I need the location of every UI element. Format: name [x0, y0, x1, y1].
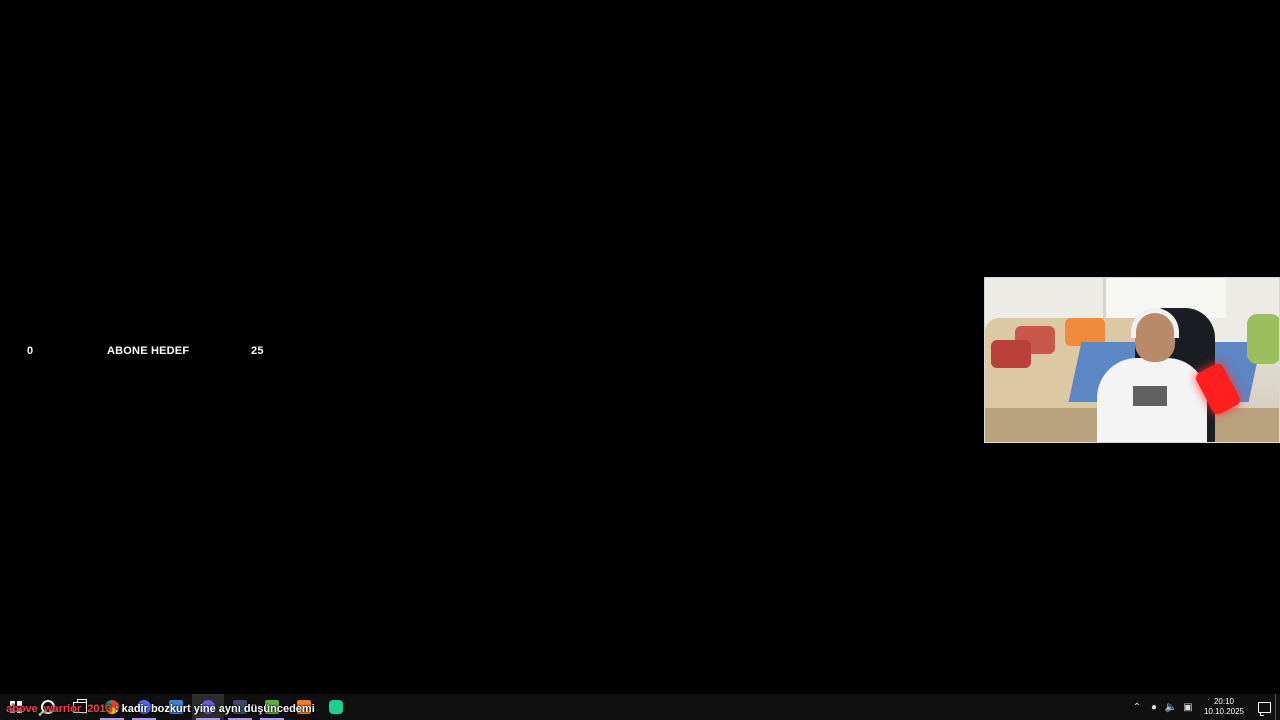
goal-label: ABONE HEDEF — [107, 345, 190, 357]
chat-username: above_warrior_2013 — [6, 703, 112, 715]
webcam-plant — [1247, 314, 1279, 364]
network-icon[interactable]: ▣ — [1180, 694, 1196, 720]
chat-message-text: kadir bozkurt yine aynı düşüncedemi — [121, 703, 315, 715]
webcam-shirt-print — [1133, 386, 1167, 406]
webcam-feed — [984, 277, 1280, 443]
system-tray: ⌃ ● 🔈 ▣ 20:10 10.10.2025 — [1129, 694, 1280, 720]
microphone-icon[interactable]: ● — [1146, 694, 1162, 720]
speaker-icon[interactable]: 🔈 — [1163, 694, 1179, 720]
goal-target-value: 25 — [251, 345, 264, 357]
clock-time: 20:10 — [1213, 697, 1235, 706]
webcam-cushion — [991, 340, 1031, 368]
chevron-up-icon[interactable]: ⌃ — [1129, 694, 1145, 720]
app-icon-teal — [329, 700, 343, 714]
chat-message-overlay: above_warrior_2013 : kadir bozkurt yine … — [6, 703, 315, 715]
chat-separator: : — [114, 703, 119, 715]
taskbar-clock[interactable]: 20:10 10.10.2025 — [1201, 697, 1247, 717]
goal-current-value: 0 — [27, 345, 34, 357]
clock-date: 10.10.2025 — [1203, 707, 1245, 716]
notification-icon — [1257, 701, 1271, 716]
subscriber-goal-widget: 0 ABONE HEDEF 25 — [20, 341, 270, 361]
notification-button[interactable] — [1253, 694, 1275, 720]
taskbar-app-teal[interactable] — [320, 694, 352, 720]
show-desktop-button[interactable] — [1275, 694, 1280, 720]
